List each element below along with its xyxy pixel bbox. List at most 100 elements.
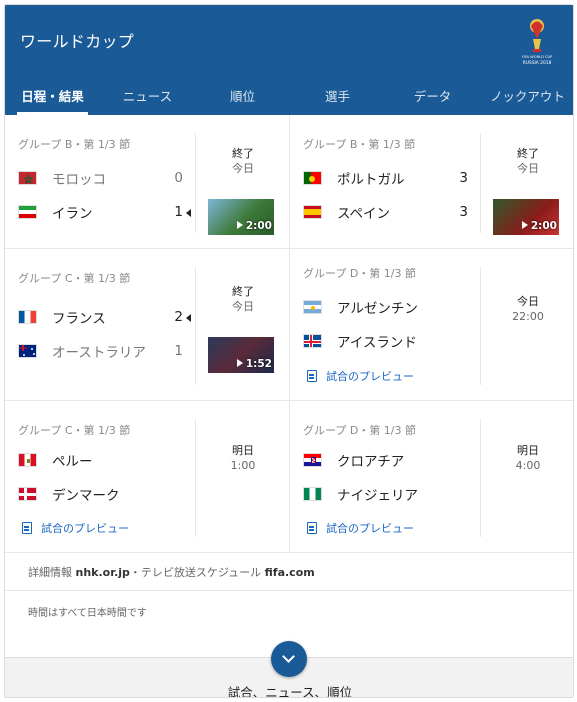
highlight-video-thumbnail[interactable]: 1:52 — [208, 337, 274, 373]
status-text: 明日 — [517, 444, 539, 457]
group-label: グループ D・第 1/3 節 — [303, 267, 417, 280]
play-icon — [521, 221, 528, 229]
peru-flag-icon — [18, 453, 37, 467]
expand-chevron-icon[interactable] — [271, 641, 307, 677]
match-card-argentina-iceland[interactable]: グループ D・第 1/3 節 アルゼンチン アイスランド 今日 22:00 試合… — [290, 249, 573, 401]
match-card-france-australia[interactable]: グループ C・第 1/3 節 フランス 2 オーストラリア 1 終了 今日 1:… — [5, 249, 290, 401]
fifa-link[interactable]: fifa.com — [265, 566, 315, 579]
score: 1 — [174, 204, 183, 220]
divider — [480, 267, 481, 385]
video-duration: 1:52 — [236, 358, 272, 370]
highlight-video-thumbnail[interactable]: 2:00 — [493, 199, 559, 235]
match-preview-link[interactable]: 試合のプレビュー — [307, 368, 414, 384]
match-preview-link[interactable]: 試合のプレビュー — [307, 520, 414, 536]
match-card-peru-denmark[interactable]: グループ C・第 1/3 節 ペルー デンマーク 明日 1:00 試合のプレビュ… — [5, 401, 290, 553]
status-date: 今日 — [232, 300, 254, 313]
document-icon — [307, 522, 317, 534]
tab-news[interactable]: ニュース — [100, 81, 195, 115]
status-text: 終了 — [232, 285, 254, 298]
team-name: スペイン — [337, 206, 391, 222]
source-label: 詳細情報 — [28, 566, 72, 579]
spain-flag-icon — [303, 205, 322, 219]
source-attribution: 詳細情報 nhk.or.jp・テレビ放送スケジュール fifa.com — [5, 553, 573, 591]
video-duration: 2:00 — [521, 220, 557, 232]
status-text: 明日 — [232, 444, 254, 457]
match-grid: グループ B・第 1/3 節 モロッコ 0 イラン 1 終了 今日 2:00 グ… — [5, 115, 573, 553]
score: 3 — [459, 170, 468, 186]
tab-data[interactable]: データ — [385, 81, 480, 115]
header: ワールドカップ FIFA WORLD CUP RUSSIA 2018 日程・結果… — [5, 5, 573, 115]
status-text: 今日 — [517, 295, 539, 308]
australia-flag-icon — [18, 344, 37, 358]
portugal-flag-icon — [303, 171, 322, 185]
match-card-morocco-iran[interactable]: グループ B・第 1/3 節 モロッコ 0 イラン 1 終了 今日 2:00 — [5, 115, 290, 249]
score: 1 — [174, 343, 183, 359]
iceland-flag-icon — [303, 334, 322, 348]
nhk-link[interactable]: nhk.or.jp — [76, 566, 130, 579]
world-cup-logo-icon: FIFA WORLD CUP RUSSIA 2018 — [522, 19, 553, 66]
divider — [480, 133, 481, 233]
team-name: モロッコ — [52, 172, 106, 188]
team-name: クロアチア — [337, 454, 405, 470]
iran-flag-icon — [18, 205, 37, 219]
match-card-portugal-spain[interactable]: グループ B・第 1/3 節 ポルトガル 3 スペイン 3 終了 今日 2:00 — [290, 115, 573, 249]
group-label: グループ D・第 1/3 節 — [303, 424, 417, 437]
play-icon — [236, 221, 243, 229]
team-name: アルゼンチン — [337, 301, 418, 317]
team-name: オーストラリア — [52, 345, 146, 361]
winner-indicator-icon — [186, 314, 191, 322]
status-date: 今日 — [517, 162, 539, 175]
status-text: 終了 — [232, 147, 254, 160]
svg-text:FIFA WORLD CUP: FIFA WORLD CUP — [522, 55, 553, 59]
divider — [480, 419, 481, 537]
away-team: デンマーク — [18, 483, 188, 505]
match-status: 今日 22:00 — [483, 294, 573, 324]
match-status: 明日 1:00 — [198, 443, 288, 473]
tab-standings[interactable]: 順位 — [195, 81, 290, 115]
home-team: アルゼンチン — [303, 296, 473, 318]
world-cup-card: ワールドカップ FIFA WORLD CUP RUSSIA 2018 日程・結果… — [4, 4, 574, 698]
divider — [195, 419, 196, 537]
tab-knockout[interactable]: ノックアウト — [480, 81, 573, 115]
away-team: アイスランド — [303, 330, 473, 352]
home-team: クロアチア — [303, 449, 473, 471]
tab-schedule-results[interactable]: 日程・結果 — [5, 81, 100, 115]
document-icon — [22, 522, 32, 534]
tab-players[interactable]: 選手 — [290, 81, 385, 115]
croatia-flag-icon — [303, 453, 322, 467]
divider — [195, 133, 196, 233]
team-name: デンマーク — [52, 488, 120, 504]
video-duration: 2:00 — [236, 220, 272, 232]
divider — [195, 267, 196, 385]
preview-label: 試合のプレビュー — [41, 522, 129, 535]
winner-indicator-icon — [186, 209, 191, 217]
preview-label: 試合のプレビュー — [326, 370, 414, 383]
group-label: グループ B・第 1/3 節 — [303, 138, 416, 151]
away-team: ナイジェリア — [303, 483, 473, 505]
svg-text:RUSSIA 2018: RUSSIA 2018 — [523, 60, 552, 66]
group-label: グループ C・第 1/3 節 — [18, 424, 131, 437]
group-label: グループ C・第 1/3 節 — [18, 272, 131, 285]
source-separator: ・テレビ放送スケジュール — [129, 566, 262, 579]
header-title: ワールドカップ — [20, 32, 135, 51]
match-preview-link[interactable]: 試合のプレビュー — [22, 520, 129, 536]
play-icon — [236, 359, 243, 367]
tab-bar: 日程・結果 ニュース 順位 選手 データ ノックアウト — [5, 81, 573, 115]
highlight-video-thumbnail[interactable]: 2:00 — [208, 199, 274, 235]
match-status: 明日 4:00 — [483, 443, 573, 473]
document-icon — [307, 370, 317, 382]
denmark-flag-icon — [18, 487, 37, 501]
team-name: アイスランド — [337, 335, 417, 351]
argentina-flag-icon — [303, 300, 322, 314]
group-label: グループ B・第 1/3 節 — [18, 138, 131, 151]
match-card-croatia-nigeria[interactable]: グループ D・第 1/3 節 クロアチア ナイジェリア 明日 4:00 試合のプ… — [290, 401, 573, 553]
match-status: 終了 今日 — [198, 146, 288, 176]
team-name: フランス — [52, 311, 106, 327]
nigeria-flag-icon — [303, 487, 322, 501]
status-time: 22:00 — [512, 310, 544, 323]
status-time: 1:00 — [230, 459, 256, 472]
morocco-flag-icon — [18, 171, 37, 185]
score: 3 — [459, 204, 468, 220]
score: 0 — [174, 170, 183, 186]
home-team: ペルー — [18, 449, 188, 471]
